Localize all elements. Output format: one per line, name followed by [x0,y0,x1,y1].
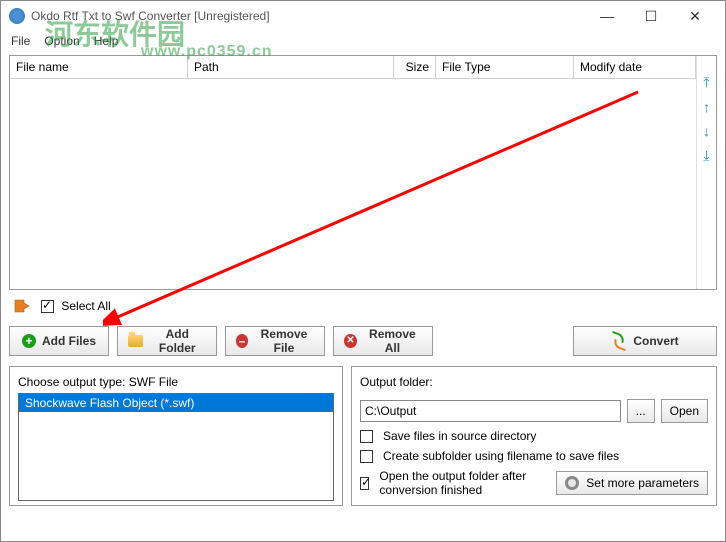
add-folder-button[interactable]: Add Folder [117,326,217,356]
file-table: File name Path Size File Type Modify dat… [9,55,717,290]
move-bottom-icon[interactable]: ⤓ [703,147,709,164]
select-all-label: Select All [61,299,110,313]
create-subfolder-option[interactable]: Create subfolder using filename to save … [360,449,708,463]
maximize-button[interactable]: ☐ [629,2,673,30]
convert-icon [611,333,627,349]
output-folder-label: Output folder: [360,375,708,389]
table-body[interactable] [10,79,696,289]
create-subfolder-checkbox[interactable] [360,450,373,463]
menubar: File Option Help [1,31,725,51]
folder-icon [128,335,143,347]
move-down-icon[interactable]: ↓ [703,123,710,139]
plus-icon: + [22,334,36,348]
remove-selected-icon[interactable] [11,296,33,316]
window-controls: — ☐ ✕ [585,2,717,30]
save-source-checkbox[interactable] [360,430,373,443]
window-title: Okdo Rtf Txt to Swf Converter [Unregiste… [31,9,585,23]
col-modifydate[interactable]: Modify date [574,56,696,78]
minus-icon: – [236,334,248,348]
open-after-option[interactable]: Open the output folder after conversion … [360,469,550,497]
select-all-checkbox[interactable] [41,300,54,313]
output-type-label: Choose output type: SWF File [18,375,334,389]
convert-button[interactable]: Convert [573,326,717,356]
gear-icon [565,476,579,490]
app-icon [9,8,25,24]
output-folder-panel: Output folder: ... Open Save files in so… [351,366,717,506]
reorder-arrows: ⤒ ↑ ↓ ⤓ [696,56,716,289]
open-folder-button[interactable]: Open [661,399,708,423]
move-top-icon[interactable]: ⤒ [703,74,709,91]
col-path[interactable]: Path [188,56,394,78]
move-up-icon[interactable]: ↑ [703,99,710,115]
col-filename[interactable]: File name [10,56,188,78]
output-type-listbox[interactable]: Shockwave Flash Object (*.swf) [18,393,334,501]
menu-file[interactable]: File [11,34,30,48]
output-type-panel: Choose output type: SWF File Shockwave F… [9,366,343,506]
save-source-option[interactable]: Save files in source directory [360,429,708,443]
set-more-parameters-button[interactable]: Set more parameters [556,471,708,495]
col-filetype[interactable]: File Type [436,56,574,78]
col-size[interactable]: Size [394,56,436,78]
remove-file-button[interactable]: – Remove File [225,326,325,356]
output-type-item[interactable]: Shockwave Flash Object (*.swf) [19,394,333,412]
titlebar: Okdo Rtf Txt to Swf Converter [Unregiste… [1,1,725,31]
menu-help[interactable]: Help [94,34,119,48]
remove-all-button[interactable]: ✕ Remove All [333,326,433,356]
add-files-button[interactable]: + Add Files [9,326,109,356]
select-all-checkbox-wrap[interactable]: Select All [41,299,111,313]
browse-button[interactable]: ... [627,399,655,423]
x-icon: ✕ [344,334,357,348]
close-button[interactable]: ✕ [673,2,717,30]
output-folder-input[interactable] [360,400,621,422]
table-header: File name Path Size File Type Modify dat… [10,56,696,79]
minimize-button[interactable]: — [585,2,629,30]
open-after-checkbox[interactable] [360,477,369,490]
menu-option[interactable]: Option [44,34,79,48]
